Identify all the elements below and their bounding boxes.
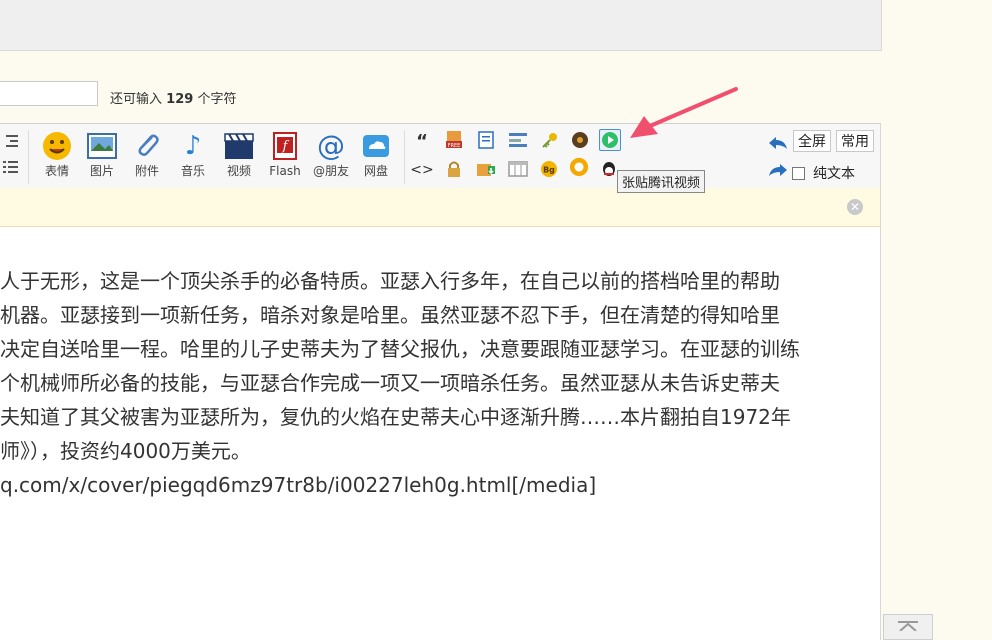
image-icon <box>86 130 118 162</box>
svg-text:Bg: Bg <box>543 166 555 175</box>
top-band <box>0 0 882 51</box>
common-button[interactable]: 常用 <box>836 130 874 152</box>
music-button[interactable]: ♪ 音乐 <box>172 130 214 184</box>
char-hint-suffix: 个字符 <box>197 92 237 107</box>
annotation-arrow-icon <box>630 87 738 138</box>
fullscreen-button[interactable]: 全屏 <box>793 130 831 152</box>
right-margin <box>882 0 992 640</box>
cloud-drive-label: 网盘 <box>363 164 388 178</box>
paperclip-icon <box>131 130 163 162</box>
tencent-video-icon[interactable] <box>599 129 621 151</box>
tooltip: 张贴腾讯视频 <box>617 170 706 193</box>
lock-icon[interactable] <box>444 159 464 179</box>
content-line: 决定自送哈里一程。哈里的儿子史蒂夫为了替父报仇，决意要跟随亚瑟学习。在亚瑟的训练 <box>0 337 800 361</box>
bg-badge-icon[interactable]: Bg <box>539 159 559 179</box>
content-line: 个机械师所必备的技能，与亚瑟合作完成一项又一项暗杀任务。虽然亚瑟从未告诉史蒂夫 <box>0 371 780 395</box>
list-icon[interactable] <box>0 160 18 174</box>
toolbar-separator <box>404 130 405 184</box>
music-label: 音乐 <box>180 164 205 178</box>
undo-arrow-icon[interactable] <box>768 133 788 153</box>
content-line: 人于无形，这是一个顶尖杀手的必备特质。亚瑟入行多年，在自己以前的搭档哈里的帮助 <box>0 269 780 293</box>
layout-list-icon[interactable] <box>508 130 528 150</box>
media-disc-icon[interactable] <box>570 130 590 150</box>
content-line: 机器。亚瑟接到一项新任务，暗杀对象是哈里。虽然亚瑟不忍下手，但在清楚的得知哈里 <box>0 303 780 327</box>
image-button[interactable]: 图片 <box>81 130 123 184</box>
at-icon: @ <box>317 129 345 162</box>
notice-bar: ✕ <box>0 188 880 227</box>
attachment-label: 附件 <box>134 164 159 178</box>
mention-friend-label: @朋友 <box>312 164 349 178</box>
char-remaining-count: 129 <box>166 92 194 107</box>
video-button[interactable]: 视频 <box>218 130 260 184</box>
attachment-button[interactable]: 附件 <box>126 130 168 184</box>
mention-friend-button[interactable]: @ @朋友 <box>310 130 352 184</box>
music-note-icon: ♪ <box>184 131 202 161</box>
toolbar-separator <box>28 130 29 184</box>
quote-icon[interactable]: “ <box>412 131 432 152</box>
char-hint-prefix: 还可输入 <box>110 92 163 107</box>
chat-bubble-icon[interactable] <box>569 157 589 177</box>
plaintext-label: 纯文本 <box>813 166 855 182</box>
content-line: 夫知道了其父被害为亚瑟所为，复仇的火焰在史蒂夫心中逐渐升腾……本片翻拍自1972… <box>0 405 791 429</box>
video-label: 视频 <box>226 164 251 178</box>
align-right-icon[interactable] <box>0 134 18 148</box>
editor: 表情 图片 附件 ♪ 音乐 视频 f Flash @ @朋友 网盘 “ FREE… <box>0 123 881 640</box>
redo-arrow-icon[interactable] <box>768 160 788 180</box>
flash-button[interactable]: f Flash <box>264 130 306 184</box>
emoji-button[interactable]: 表情 <box>36 130 78 184</box>
content-line: q.com/x/cover/piegqd6mz97tr8b/i00227leh0… <box>0 473 597 497</box>
download-box-icon[interactable] <box>476 159 496 179</box>
char-count-hint: 还可输入 129 个字符 <box>110 88 236 107</box>
free-tag-icon[interactable]: FREE <box>444 130 464 150</box>
code-icon[interactable]: <> <box>410 160 433 180</box>
video-clapper-icon <box>223 130 255 162</box>
flash-icon: f <box>269 130 301 162</box>
table-icon[interactable] <box>508 159 528 179</box>
emoji-icon <box>41 130 73 162</box>
cloud-drive-button[interactable]: 网盘 <box>355 130 397 184</box>
editor-toolbar: 表情 图片 附件 ♪ 音乐 视频 f Flash @ @朋友 网盘 “ FREE… <box>0 124 880 189</box>
cloud-drive-icon <box>360 130 392 162</box>
emoji-label: 表情 <box>44 164 69 178</box>
plaintext-toggle[interactable]: 纯文本 <box>792 163 855 183</box>
plaintext-checkbox[interactable] <box>792 166 805 180</box>
svg-text:FREE: FREE <box>448 143 461 149</box>
arrow-up-icon <box>898 621 918 631</box>
qq-penguin-icon[interactable] <box>599 159 619 179</box>
image-label: 图片 <box>89 164 114 178</box>
document-icon[interactable] <box>476 130 496 150</box>
flash-label: Flash <box>269 164 301 178</box>
key-icon[interactable] <box>540 130 560 150</box>
title-input[interactable] <box>0 81 98 106</box>
scroll-to-top-button[interactable] <box>883 614 933 640</box>
content-line: 师》），投资约4000万美元。 <box>0 439 251 463</box>
editor-content[interactable]: 人于无形，这是一个顶尖杀手的必备特质。亚瑟入行多年，在自己以前的搭档哈里的帮助 … <box>0 264 870 502</box>
close-icon[interactable]: ✕ <box>847 199 863 215</box>
